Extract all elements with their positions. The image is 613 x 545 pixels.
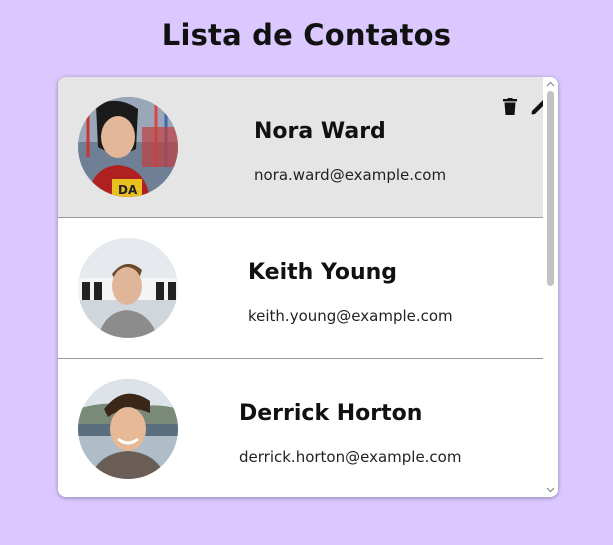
contact-name: Derrick Horton <box>239 401 423 426</box>
list-item[interactable]: Derrick Horton derrick.horton@example.co… <box>58 359 543 497</box>
chevron-up-icon[interactable] <box>543 77 558 91</box>
avatar <box>78 379 178 479</box>
avatar <box>78 238 178 338</box>
scroll-thumb[interactable] <box>547 91 554 286</box>
contact-email: nora.ward@example.com <box>254 166 447 184</box>
scrollbar[interactable] <box>543 77 558 497</box>
page-title: Lista de Contatos <box>161 18 452 52</box>
contact-list[interactable]: DA Nora Ward nora.ward@example.com Keith… <box>58 77 543 497</box>
pencil-icon[interactable] <box>529 95 543 117</box>
svg-text:DA: DA <box>118 183 138 197</box>
chevron-down-icon[interactable] <box>543 483 558 497</box>
contact-email: keith.young@example.com <box>248 307 453 325</box>
trash-icon[interactable] <box>499 95 521 117</box>
avatar: DA <box>78 97 178 197</box>
contact-name: Keith Young <box>248 260 398 285</box>
list-item[interactable]: DA Nora Ward nora.ward@example.com <box>58 77 543 218</box>
list-item[interactable]: Keith Young keith.young@example.com <box>58 218 543 359</box>
contact-name: Nora Ward <box>254 119 386 144</box>
row-actions <box>499 95 543 117</box>
contact-list-panel: DA Nora Ward nora.ward@example.com Keith… <box>58 77 558 497</box>
contact-email: derrick.horton@example.com <box>239 448 462 466</box>
